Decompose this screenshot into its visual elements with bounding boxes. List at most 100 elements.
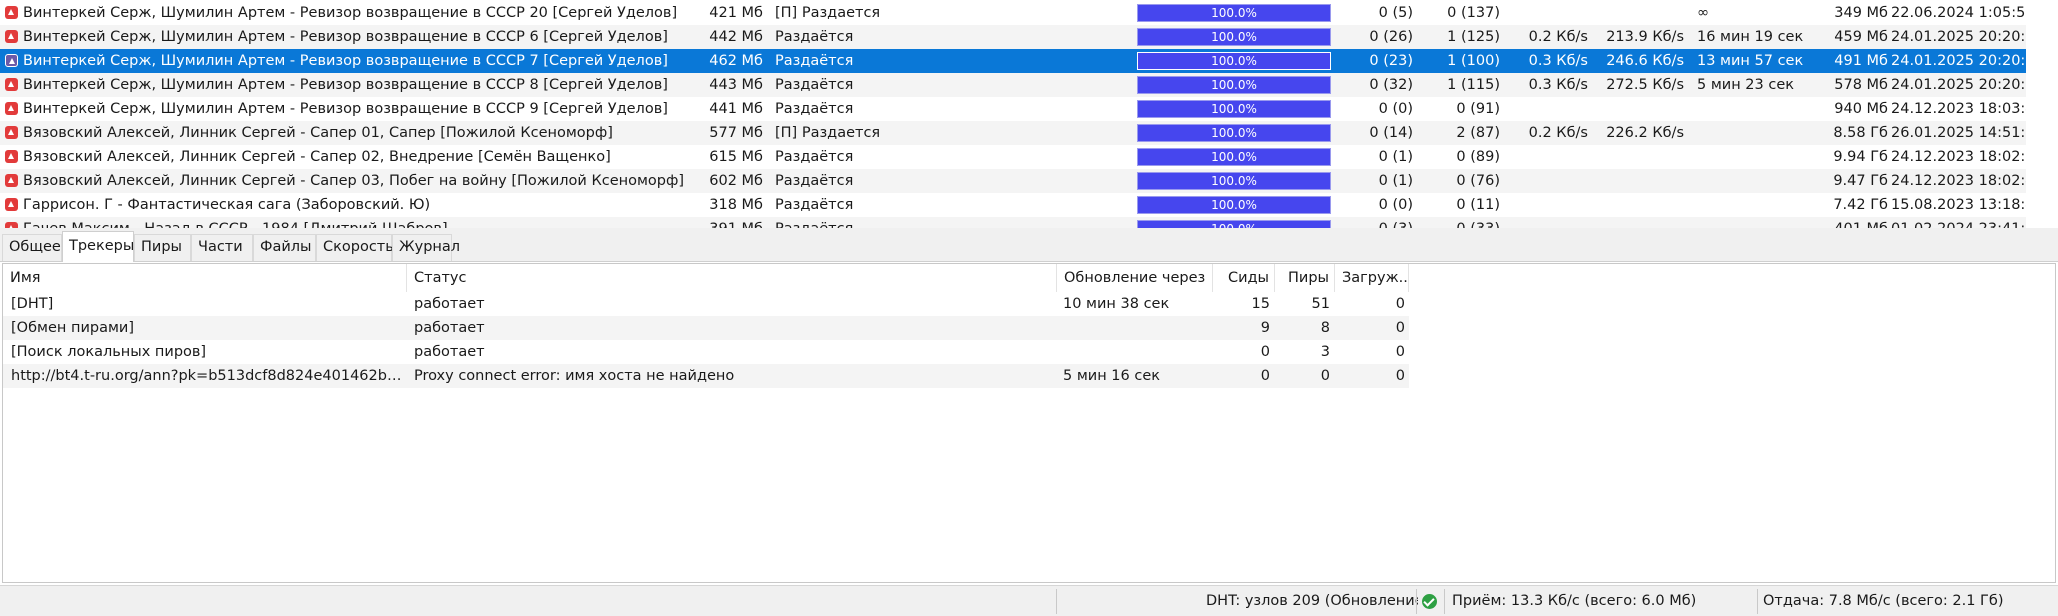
column-header-update[interactable]: Обновление через xyxy=(1057,264,1213,292)
progress-label: 100.0% xyxy=(1138,221,1330,228)
torrent-peers: 2 (87) xyxy=(1456,125,1500,141)
column-header-peers[interactable]: Пиры xyxy=(1275,264,1335,292)
receive-speed[interactable]: Приём: 13.3 Кб/с (всего: 6.0 Мб) xyxy=(1452,586,1752,616)
progress-bar: 100.0% xyxy=(1137,76,1331,94)
torrent-progress: 100.0% xyxy=(1137,73,1331,97)
torrent-row[interactable]: Винтеркей Серж, Шумилин Артем - Ревизор … xyxy=(0,25,2026,49)
column-header-seeds[interactable]: Сиды xyxy=(1213,264,1275,292)
torrent-size: 602 Мб xyxy=(709,173,763,189)
progress-bar: 100.0% xyxy=(1137,100,1331,118)
torrent-added-date: 24.12.2023 18:02:23 xyxy=(1891,149,2026,165)
tab-pieces[interactable]: Части xyxy=(191,234,253,261)
torrent-peers: 1 (100) xyxy=(1447,53,1500,69)
torrent-name: Винтеркей Серж, Шумилин Артем - Ревизор … xyxy=(23,77,668,93)
torrent-seeds: 0 (5) xyxy=(1378,5,1413,21)
torrent-status-icon-cell xyxy=(5,73,20,97)
tracker-row[interactable]: [Поиск локальных пиров] работает 0 3 0 xyxy=(3,340,1409,364)
tab-peers[interactable]: Пиры xyxy=(134,234,191,261)
torrent-added-date: 24.01.2025 20:20:19 xyxy=(1891,53,2026,69)
torrent-peers: 0 (76) xyxy=(1456,173,1500,189)
torrent-seeds: 0 (1) xyxy=(1378,149,1413,165)
torrent-progress: 100.0% xyxy=(1137,49,1331,73)
torrent-seeds: 0 (3) xyxy=(1340,217,1413,228)
progress-bar: 100.0% xyxy=(1137,220,1331,228)
torrent-row[interactable]: Вязовский Алексей, Линник Сергей - Сапер… xyxy=(0,121,2026,145)
torrent-uploaded: 349 Мб xyxy=(1834,5,1888,21)
progress-label: 100.0% xyxy=(1211,126,1257,140)
tracker-downloaded: 0 xyxy=(1395,296,1405,312)
torrent-status: Раздаётся xyxy=(775,53,854,69)
torrent-status: Раздаётся xyxy=(775,217,1125,228)
column-header-name[interactable]: Имя xyxy=(3,264,407,292)
torrent-download-speed xyxy=(1510,97,1588,121)
torrent-row[interactable]: Вязовский Алексей, Линник Сергей - Сапер… xyxy=(0,169,2026,193)
tab-general[interactable]: Общее xyxy=(2,234,62,261)
torrent-size: 615 Мб xyxy=(709,149,763,165)
torrent-progress: 100.0% xyxy=(1137,193,1331,217)
progress-bar: 100.0% xyxy=(1137,172,1331,190)
torrent-download-speed xyxy=(1510,193,1588,217)
torrent-seeds: 0 (14) xyxy=(1369,125,1413,141)
torrent-added-date: 24.12.2023 18:02:43 xyxy=(1891,173,2026,189)
torrent-progress: 100.0% xyxy=(1137,97,1331,121)
torrent-progress: 100.0% xyxy=(1137,121,1331,145)
torrent-uploaded: 491 Мб xyxy=(1834,53,1888,69)
torrent-row[interactable]: Гачев Максим - Назад в СССР - 1984 [Дмит… xyxy=(0,217,2026,228)
torrent-added-date: 24.01.2025 20:20:19 xyxy=(1891,29,2026,45)
seeding-upload-icon xyxy=(5,30,18,43)
dht-status[interactable]: DHT: узлов 209 (Обновление xyxy=(1206,586,1418,616)
torrent-upload-speed xyxy=(1598,217,1684,228)
tab-speed[interactable]: Скорость xyxy=(316,234,394,261)
torrent-list[interactable]: Винтеркей Серж, Шумилин Артем - Ревизор … xyxy=(0,0,2026,228)
progress-label: 100.0% xyxy=(1211,102,1257,116)
status-divider xyxy=(1757,589,1758,614)
torrent-name: Гаррисон. Г - Фантастическая сага (Забор… xyxy=(23,197,431,213)
torrent-progress: 100.0% xyxy=(1137,145,1331,169)
torrent-name: Вязовский Алексей, Линник Сергей - Сапер… xyxy=(23,125,613,141)
progress-label: 100.0% xyxy=(1211,150,1257,164)
torrent-uploaded: 401 Мб xyxy=(1770,217,1888,228)
torrent-row[interactable]: Вязовский Алексей, Линник Сергей - Сапер… xyxy=(0,145,2026,169)
torrent-peers: 0 (33) xyxy=(1418,217,1500,228)
torrent-status: Раздаётся xyxy=(775,101,854,117)
progress-bar: 100.0% xyxy=(1137,52,1331,70)
torrent-row[interactable]: Винтеркей Серж, Шумилин Артем - Ревизор … xyxy=(0,49,2026,73)
torrent-peers: 0 (89) xyxy=(1456,149,1500,165)
tab-files[interactable]: Файлы xyxy=(253,234,316,261)
torrent-peers: 1 (125) xyxy=(1447,29,1500,45)
torrent-row[interactable]: Винтеркей Серж, Шумилин Артем - Ревизор … xyxy=(0,73,2026,97)
tracker-row[interactable]: [DHT] работает 10 мин 38 сек 15 51 0 xyxy=(3,292,1409,316)
tracker-row[interactable]: http://bt4.t-ru.org/ann?pk=b513dcf8d824e… xyxy=(3,364,1409,388)
torrent-name: Винтеркей Серж, Шумилин Артем - Ревизор … xyxy=(23,5,678,21)
torrent-row[interactable]: Гаррисон. Г - Фантастическая сага (Забор… xyxy=(0,193,2026,217)
torrent-uploaded: 7.42 Гб xyxy=(1833,197,1888,213)
torrent-download-speed: 0.2 Кб/s xyxy=(1528,125,1588,141)
seeding-upload-icon xyxy=(5,102,18,115)
tracker-downloaded: 0 xyxy=(1395,368,1405,384)
tab-trackers[interactable]: Трекеры xyxy=(62,231,134,262)
tab-log[interactable]: Журнал xyxy=(392,234,460,261)
tracker-next-update: 10 мин 38 сек xyxy=(1063,296,1170,312)
torrent-seeds: 0 (0) xyxy=(1378,197,1413,213)
torrent-status: [П] Раздается xyxy=(775,5,881,21)
torrent-status: Раздаётся xyxy=(775,77,854,93)
send-speed[interactable]: Отдача: 7.8 Мб/с (всего: 2.1 Гб) xyxy=(1763,586,2053,616)
seeding-upload-icon xyxy=(5,6,18,19)
torrent-added-date: 24.12.2023 18:03:44 xyxy=(1891,101,2026,117)
torrent-size: 441 Мб xyxy=(709,101,763,117)
column-header-downloaded[interactable]: Загруж... xyxy=(1335,264,1409,292)
column-header-status[interactable]: Статус xyxy=(407,264,1057,292)
torrent-row[interactable]: Винтеркей Серж, Шумилин Артем - Ревизор … xyxy=(0,97,2026,121)
torrent-uploaded: 940 Мб xyxy=(1834,101,1888,117)
torrent-name: Вязовский Алексей, Линник Сергей - Сапер… xyxy=(23,149,611,165)
torrent-download-speed xyxy=(1510,169,1588,193)
torrent-row[interactable]: Винтеркей Серж, Шумилин Артем - Ревизор … xyxy=(0,1,2026,25)
seeding-upload-icon xyxy=(5,54,18,67)
tracker-row[interactable]: [Обмен пирами] работает 9 8 0 xyxy=(3,316,1409,340)
tracker-status: работает xyxy=(414,320,485,336)
torrent-added-date: 01.02.2024 23:41:10 xyxy=(1891,217,2026,228)
torrent-list-scrollbar[interactable] xyxy=(2026,0,2058,228)
torrent-status-icon-cell xyxy=(5,145,20,169)
tracker-name: [Обмен пирами] xyxy=(11,320,134,336)
tracker-seeds: 0 xyxy=(1260,368,1270,384)
